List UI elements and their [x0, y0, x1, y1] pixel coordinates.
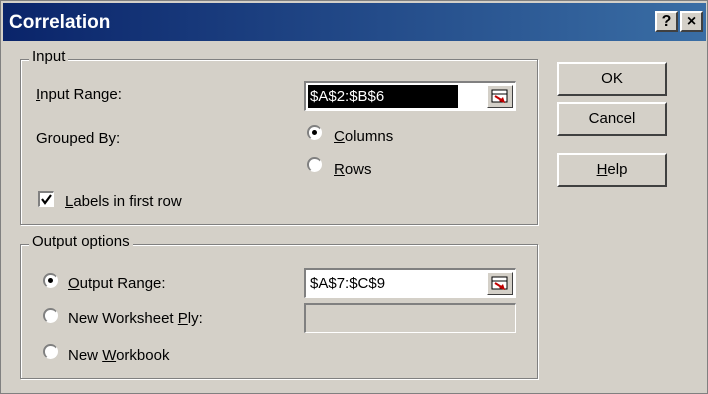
rows-radio[interactable] [307, 157, 322, 172]
input-range-selection: $A$2:$B$6 [308, 85, 458, 108]
output-range-field[interactable]: $A$7:$C$9 [304, 268, 516, 298]
input-group-legend: Input [29, 48, 69, 65]
labels-checkbox[interactable] [38, 191, 54, 207]
cancel-button[interactable]: Cancel [557, 102, 667, 136]
title-bar[interactable]: Correlation ? × [3, 3, 706, 41]
input-range-picker-button[interactable] [487, 85, 513, 108]
correlation-dialog: Correlation ? × Input Input Range: $A$2:… [0, 0, 708, 394]
help-button[interactable]: Help [557, 153, 667, 187]
new-workbook-label[interactable]: New Workbook [68, 347, 169, 364]
output-range-radio[interactable] [43, 273, 58, 288]
window-title: Correlation [9, 12, 111, 33]
checkmark-icon [41, 194, 52, 205]
columns-label[interactable]: Columns [334, 128, 393, 145]
input-range-label: Input Range: [36, 86, 122, 103]
columns-radio[interactable] [307, 125, 322, 140]
range-picker-icon [491, 276, 508, 290]
range-picker-icon [491, 89, 508, 103]
labels-in-first-row-label[interactable]: Labels in first row [65, 193, 182, 210]
grouped-by-label: Grouped By: [36, 130, 121, 147]
input-range-field[interactable]: $A$2:$B$6 [304, 81, 516, 111]
new-worksheet-label[interactable]: New Worksheet Ply: [68, 310, 203, 327]
close-icon[interactable]: × [680, 11, 703, 32]
output-options-legend: Output options [29, 233, 133, 250]
new-workbook-radio[interactable] [43, 344, 58, 359]
output-range-label[interactable]: Output Range: [68, 275, 166, 292]
rows-label[interactable]: Rows [334, 161, 372, 178]
new-worksheet-field[interactable] [304, 303, 516, 333]
help-icon[interactable]: ? [655, 11, 678, 32]
new-worksheet-radio[interactable] [43, 308, 58, 323]
ok-button[interactable]: OK [557, 62, 667, 96]
output-range-picker-button[interactable] [487, 272, 513, 295]
